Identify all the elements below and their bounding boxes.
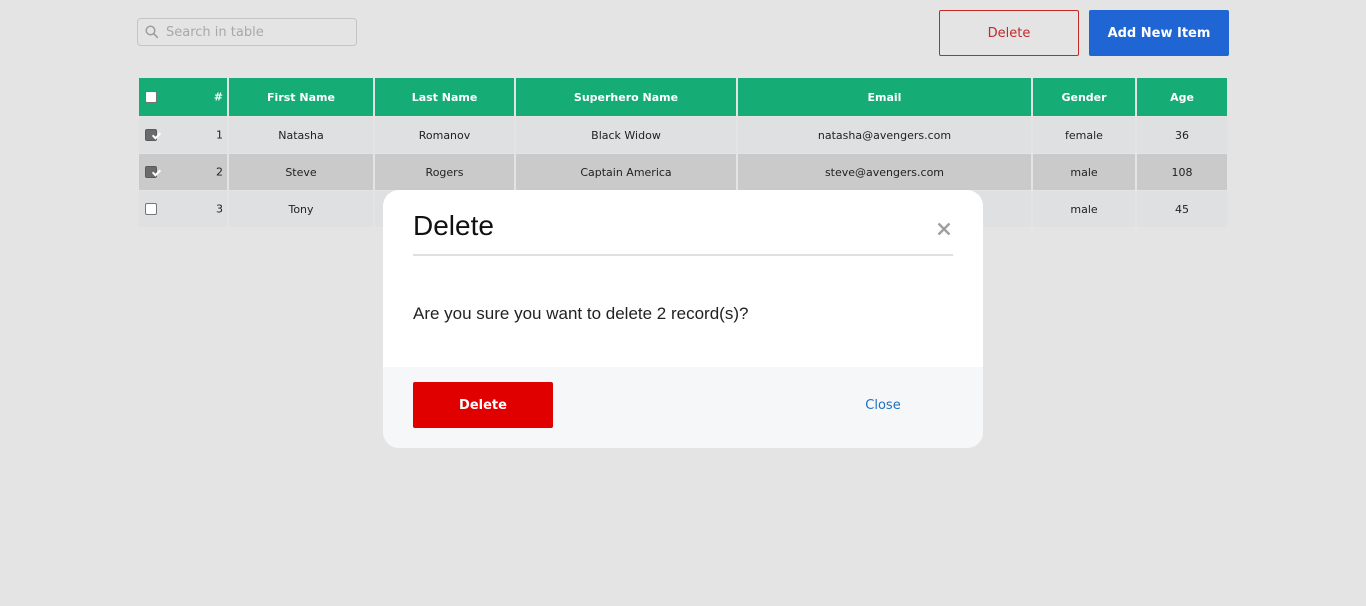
gender-cell: female [1032,116,1137,154]
id-cell: 1 [139,116,229,154]
confirm-delete-button[interactable]: Delete [413,382,553,428]
age-cell: 45 [1136,190,1227,227]
email-cell: natasha@avengers.com [737,116,1033,154]
column-label: # [213,90,223,104]
dialog-divider [413,254,953,256]
dialog-message: Are you sure you want to delete 2 record… [413,304,749,323]
email-cell: steve@avengers.com [737,153,1033,191]
superhero-name-cell: Captain America [515,153,738,191]
row-checkbox[interactable] [145,129,157,141]
add-new-item-button[interactable]: Add New Item [1089,10,1229,56]
row-checkbox[interactable] [145,166,157,178]
table-header-row: # First Name Last Name Superhero Name Em… [139,78,1227,117]
close-button[interactable]: Close [823,382,943,428]
close-icon[interactable] [933,218,955,240]
last-name-cell: Rogers [374,153,516,191]
last-name-cell: Romanov [374,116,516,154]
column-header-id: # [139,78,229,117]
search-input[interactable] [166,20,346,44]
first-name-cell: Tony [228,190,375,227]
column-header-superhero-name[interactable]: Superhero Name [515,78,738,117]
table-row[interactable]: 2 Steve Rogers Captain America steve@ave… [139,153,1227,191]
id-cell: 2 [139,153,229,191]
column-header-first-name[interactable]: First Name [228,78,375,117]
gender-cell: male [1032,190,1137,227]
column-header-last-name[interactable]: Last Name [374,78,516,117]
row-id: 3 [216,202,223,216]
search-icon [138,18,166,46]
row-id: 2 [216,165,223,179]
gender-cell: male [1032,153,1137,191]
superhero-name-cell: Black Widow [515,116,738,154]
search-box[interactable] [137,18,357,46]
column-header-email[interactable]: Email [737,78,1033,117]
first-name-cell: Natasha [228,116,375,154]
delete-button[interactable]: Delete [939,10,1079,56]
dialog-footer: Delete Close [383,367,983,448]
column-header-age[interactable]: Age [1136,78,1227,117]
select-all-checkbox[interactable] [145,91,157,103]
row-id: 1 [216,128,223,142]
age-cell: 108 [1136,153,1227,191]
row-checkbox[interactable] [145,203,157,215]
id-cell: 3 [139,190,229,227]
first-name-cell: Steve [228,153,375,191]
table-row[interactable]: 1 Natasha Romanov Black Widow natasha@av… [139,116,1227,154]
dialog-title: Delete [413,210,494,241]
age-cell: 36 [1136,116,1227,154]
column-header-gender[interactable]: Gender [1032,78,1137,117]
delete-confirm-dialog: Delete Are you sure you want to delete 2… [383,190,983,448]
